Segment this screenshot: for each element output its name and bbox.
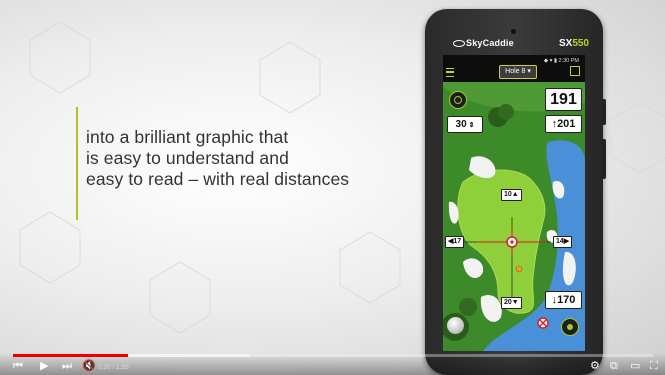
settings-icon[interactable]: ⚙ — [590, 360, 600, 372]
volume-button — [602, 139, 606, 179]
camera-icon — [511, 29, 516, 34]
back-distance: ↓170 — [545, 291, 582, 309]
hole-label: Hole 8 — [505, 68, 526, 75]
target-distance-left: ◀17 — [445, 236, 465, 248]
triangle-up-icon: ▲ — [511, 191, 519, 198]
chevron-down-icon: ▾ — [525, 68, 531, 75]
status-time: 2:30 PM — [558, 58, 579, 64]
golf-ball-icon[interactable] — [447, 317, 464, 334]
back-distance-value: 170 — [557, 294, 576, 306]
model-number: 550 — [572, 38, 589, 49]
eye-icon[interactable] — [561, 318, 579, 336]
progress-played — [13, 354, 129, 357]
target-distance-down: 20▼ — [501, 297, 522, 309]
fullscreen-icon[interactable]: ⛶ — [650, 360, 658, 372]
edit-icon[interactable] — [570, 66, 580, 76]
model-name: SX550 — [559, 38, 589, 49]
target-left-value: 17 — [453, 238, 462, 245]
triangle-down-icon: ▼ — [511, 299, 519, 306]
front-distance: ↑201 — [545, 115, 582, 133]
caption-text: into a brilliant graphic that is easy to… — [86, 127, 416, 190]
center-distance: 191 — [545, 88, 582, 111]
miniplayer-icon[interactable]: ⧉ — [610, 360, 618, 372]
target-distance-up: 10▲ — [501, 189, 522, 201]
signal-icon: ◆ ▾ ▮ — [543, 58, 559, 64]
device-screen: ◆ ▾ ▮ 2:30 PM Hole 8 ▾ 191 ↑201 30 ⇕ 10▲… — [443, 55, 585, 351]
golf-gps-device: SkyCaddie SX550 ◆ ▾ ▮ 2:30 PM Hole 8 ▾ 1… — [425, 9, 606, 375]
theater-icon[interactable]: ▭ — [630, 360, 640, 372]
menu-icon[interactable] — [446, 68, 454, 77]
target-right-value: 14 — [556, 238, 564, 245]
stepper-icon: ⇕ — [466, 122, 475, 129]
progress-bar[interactable] — [13, 354, 653, 357]
triangle-right-icon: ▶ — [563, 238, 570, 245]
status-bar: ◆ ▾ ▮ 2:30 PM — [544, 58, 579, 64]
model-prefix: SX — [558, 38, 573, 49]
target-icon[interactable] — [449, 91, 467, 109]
caption-line-3: easy to read – with real distances — [86, 169, 350, 189]
hole-selector[interactable]: Hole 8 ▾ — [499, 65, 537, 79]
next-icon[interactable]: ⏭ — [62, 360, 72, 372]
accent-line — [76, 107, 78, 220]
mute-icon[interactable]: 🔇 — [82, 360, 96, 372]
target-distance-right: 14▶ — [553, 236, 573, 248]
layup-value: 30 — [455, 119, 467, 130]
skycaddie-logo-icon — [453, 40, 465, 48]
skip-back-icon[interactable]: ⏮ — [13, 360, 23, 372]
target-down-value: 20 — [504, 299, 512, 306]
time-display: 0:20 / 1:55 — [98, 364, 129, 371]
front-distance-value: 201 — [557, 118, 576, 130]
layup-selector[interactable]: 30 ⇕ — [447, 116, 483, 133]
caption-line-2: is easy to understand and — [86, 148, 289, 168]
brand-name: SkyCaddie — [466, 38, 514, 48]
target-up-value: 10 — [504, 191, 512, 198]
play-icon[interactable]: ▶ — [40, 360, 48, 372]
side-button — [602, 99, 606, 125]
brand-logo: SkyCaddie — [453, 38, 514, 48]
caption-line-1: into a brilliant graphic that — [86, 127, 289, 147]
